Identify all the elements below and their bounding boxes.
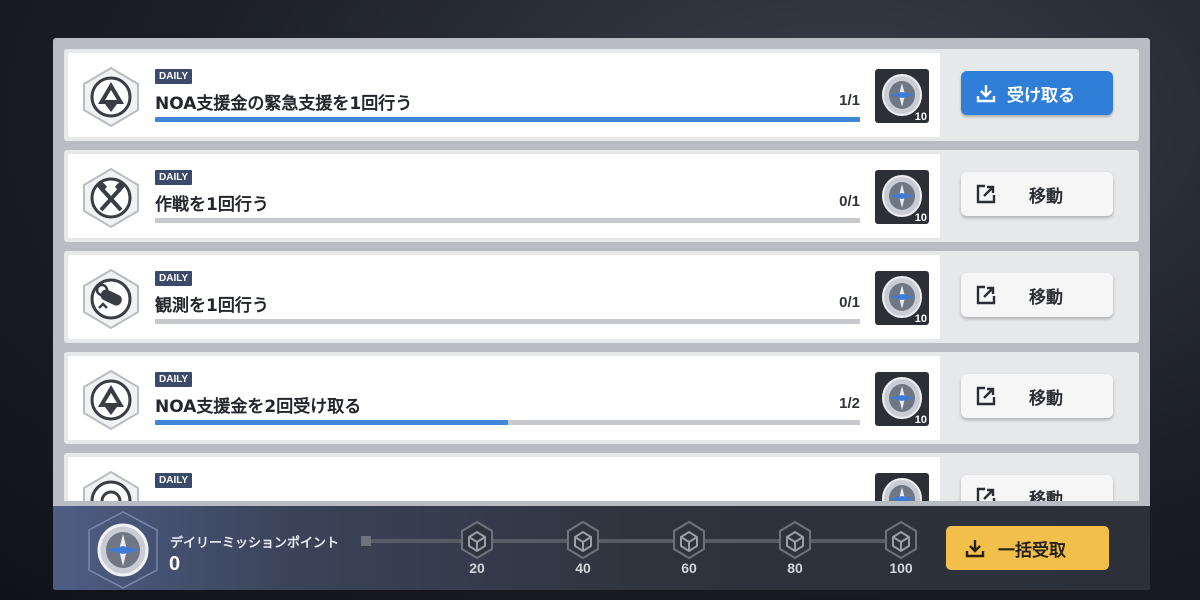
daily-badge: DAILY bbox=[155, 271, 193, 286]
compass-rose-icon bbox=[83, 369, 139, 431]
telescope-icon bbox=[83, 268, 139, 330]
mission-progress-bar bbox=[155, 117, 860, 122]
reward-quantity: 10 bbox=[914, 414, 927, 426]
reward-box-icon bbox=[885, 520, 917, 560]
download-icon bbox=[965, 540, 985, 558]
mission-row: DAILY 作戦を1回行う 0/1 10 移動 bbox=[64, 150, 1139, 242]
download-icon bbox=[976, 85, 996, 103]
milestone-value: 60 bbox=[681, 560, 697, 576]
mission-progress-fill bbox=[155, 420, 508, 425]
reward-quantity: 10 bbox=[914, 212, 927, 224]
move-button[interactable]: 移動 bbox=[961, 273, 1113, 317]
external-link-icon bbox=[976, 184, 996, 204]
collect-all-button[interactable]: 一括受取 bbox=[946, 526, 1109, 570]
daily-badge: DAILY bbox=[155, 69, 193, 84]
claim-button[interactable]: 受け取る bbox=[961, 71, 1113, 115]
reward-item[interactable] bbox=[875, 473, 929, 501]
reward-box-icon bbox=[779, 520, 811, 560]
reward-item[interactable]: 10 bbox=[875, 170, 929, 224]
move-button[interactable]: 移動 bbox=[961, 475, 1113, 501]
milestone-20[interactable]: 20 bbox=[455, 520, 499, 576]
mission-progress-fill bbox=[155, 117, 860, 122]
daily-mission-panel: DAILY NOA支援金の緊急支援を1回行う 1/1 10 受け取る DAILY… bbox=[53, 38, 1150, 590]
milestone-60[interactable]: 60 bbox=[667, 520, 711, 576]
reward-box-icon bbox=[673, 520, 705, 560]
mission-title: 作戦を1回行う bbox=[155, 195, 269, 215]
daily-badge: DAILY bbox=[155, 372, 193, 387]
reward-item[interactable]: 10 bbox=[875, 372, 929, 426]
mission-card: DAILY NOA支援金の緊急支援を1回行う 1/1 10 bbox=[68, 53, 940, 137]
mission-progress-text: 0/1 bbox=[839, 193, 860, 210]
points-track bbox=[365, 539, 905, 543]
external-link-icon bbox=[976, 386, 996, 406]
reward-item[interactable]: 10 bbox=[875, 69, 929, 123]
external-link-icon bbox=[976, 285, 996, 305]
mission-list[interactable]: DAILY NOA支援金の緊急支援を1回行う 1/1 10 受け取る DAILY… bbox=[64, 49, 1139, 501]
daily-badge: DAILY bbox=[155, 170, 193, 185]
target-icon bbox=[83, 470, 139, 501]
mission-progress-text: 1/2 bbox=[839, 395, 860, 412]
move-button[interactable]: 移動 bbox=[961, 172, 1113, 216]
mission-row: DAILY 観測を1回行う 0/1 10 移動 bbox=[64, 251, 1139, 343]
mission-points-footer: デイリーミッションポイント 0 20 40 60 80 100 一括受取 bbox=[53, 506, 1150, 590]
claim-button-label: 受け取る bbox=[1007, 85, 1075, 106]
mission-progress-text: 1/1 bbox=[839, 92, 860, 109]
move-button-label: 移動 bbox=[1029, 388, 1063, 409]
mission-card: DAILY 作戦を1回行う 0/1 10 bbox=[68, 154, 940, 238]
move-button-label: 移動 bbox=[1029, 287, 1063, 308]
mission-title: 観測を1回行う bbox=[155, 296, 269, 316]
mission-points-value: 0 bbox=[169, 553, 181, 575]
reward-item[interactable]: 10 bbox=[875, 271, 929, 325]
milestone-80[interactable]: 80 bbox=[773, 520, 817, 576]
daily-badge: DAILY bbox=[155, 473, 193, 488]
mission-progress-bar bbox=[155, 319, 860, 324]
mission-progress-text: 0/1 bbox=[839, 294, 860, 311]
compass-rose-icon bbox=[83, 66, 139, 128]
reward-box-icon bbox=[567, 520, 599, 560]
mission-card: DAILY bbox=[68, 457, 940, 501]
mission-card: DAILY 観測を1回行う 0/1 10 bbox=[68, 255, 940, 339]
reward-quantity: 10 bbox=[914, 111, 927, 123]
mission-progress-bar bbox=[155, 420, 860, 425]
mission-row: DAILY 移動 bbox=[64, 453, 1139, 501]
milestone-value: 20 bbox=[469, 560, 485, 576]
reward-quantity: 10 bbox=[914, 313, 927, 325]
reward-box-icon bbox=[461, 520, 493, 560]
mission-progress-bar bbox=[155, 218, 860, 223]
collect-all-label: 一括受取 bbox=[998, 540, 1066, 561]
milestone-100[interactable]: 100 bbox=[879, 520, 923, 576]
move-button-label: 移動 bbox=[1029, 489, 1063, 502]
crossed-axes-icon bbox=[83, 167, 139, 229]
move-button[interactable]: 移動 bbox=[961, 374, 1113, 418]
mission-card: DAILY NOA支援金を2回受け取る 1/2 10 bbox=[68, 356, 940, 440]
points-track-start bbox=[361, 536, 371, 546]
mission-points-label: デイリーミッションポイント bbox=[170, 536, 340, 551]
milestone-40[interactable]: 40 bbox=[561, 520, 605, 576]
milestone-value: 80 bbox=[787, 560, 803, 576]
milestone-value: 100 bbox=[889, 560, 913, 576]
external-link-icon bbox=[976, 487, 996, 501]
mission-title: NOA支援金を2回受け取る bbox=[155, 397, 362, 417]
coin-icon bbox=[882, 478, 922, 501]
mission-row: DAILY NOA支援金の緊急支援を1回行う 1/1 10 受け取る bbox=[64, 49, 1139, 141]
move-button-label: 移動 bbox=[1029, 186, 1063, 207]
milestone-value: 40 bbox=[575, 560, 591, 576]
mission-row: DAILY NOA支援金を2回受け取る 1/2 10 移動 bbox=[64, 352, 1139, 444]
mission-point-coin-icon bbox=[88, 511, 158, 589]
mission-title: NOA支援金の緊急支援を1回行う bbox=[155, 94, 413, 114]
